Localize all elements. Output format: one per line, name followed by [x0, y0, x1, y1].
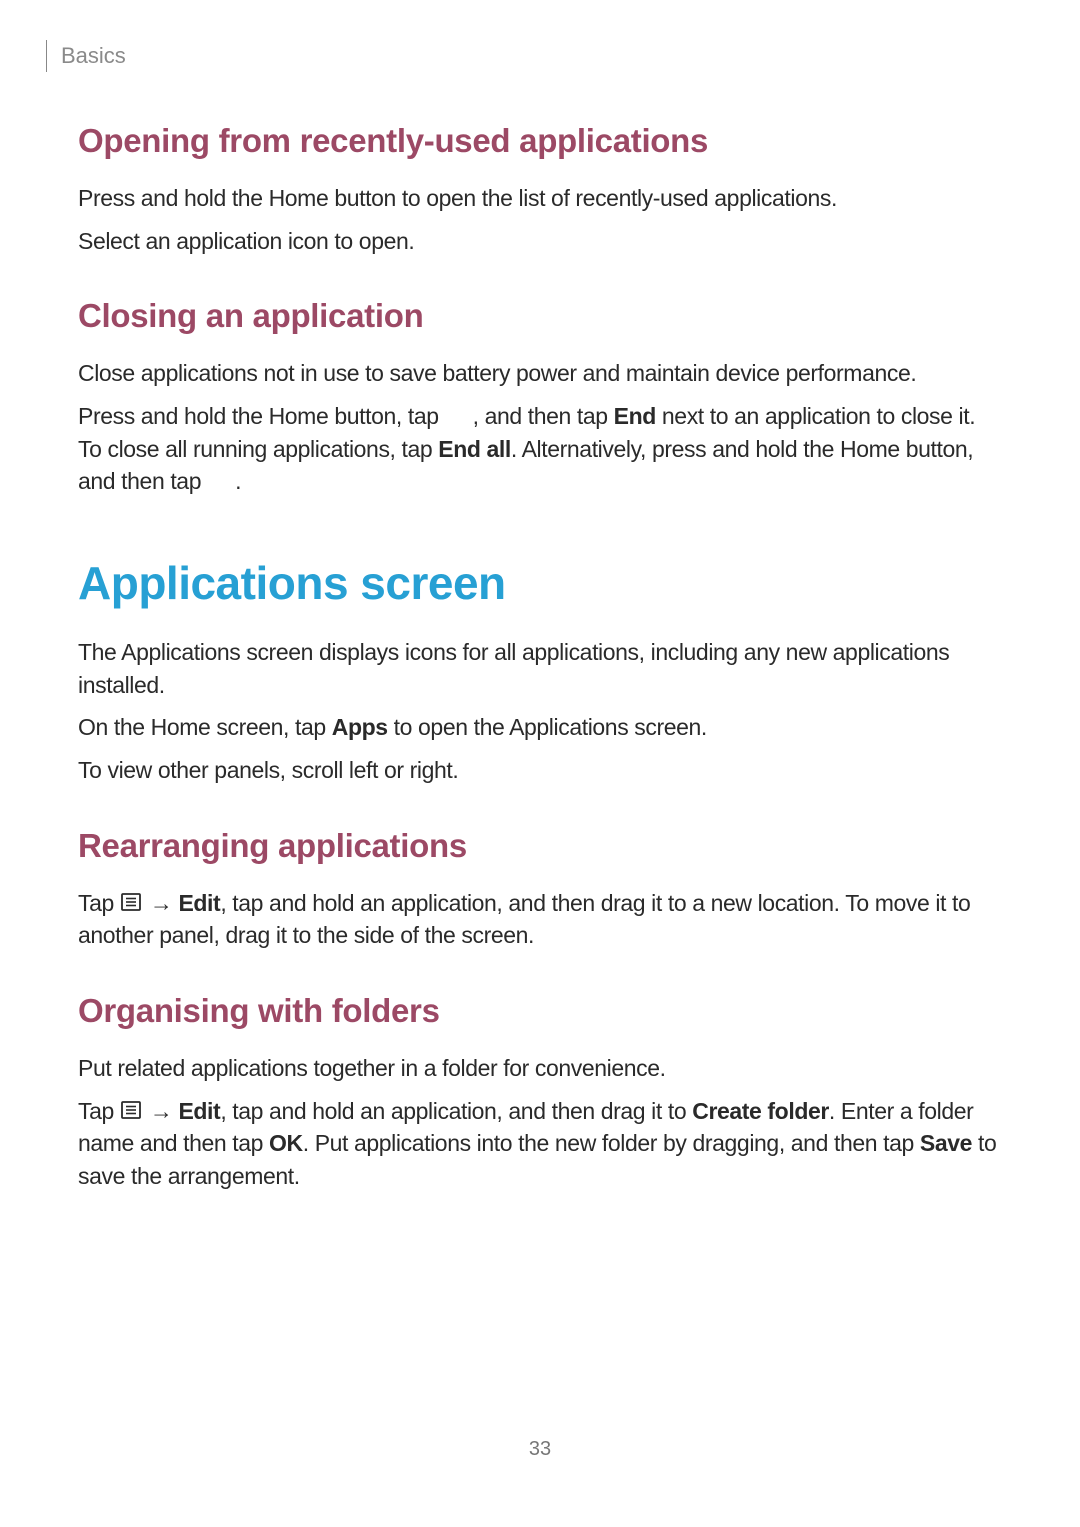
section-closing-app: Closing an application Close application…: [78, 297, 1002, 498]
section-organising-folders: Organising with folders Put related appl…: [78, 992, 1002, 1193]
body-text: Press and hold the Home button to open t…: [78, 182, 1002, 215]
close-all-icon: [209, 465, 227, 498]
page-number: 33: [0, 1438, 1080, 1461]
breadcrumb-divider: [46, 40, 47, 72]
breadcrumb-text: Basics: [61, 43, 126, 69]
menu-icon: [120, 887, 144, 920]
body-text: Close applications not in use to save ba…: [78, 357, 1002, 390]
body-text: On the Home screen, tap Apps to open the…: [78, 711, 1002, 744]
section-applications-screen: Applications screen The Applications scr…: [78, 556, 1002, 787]
body-text: Tap → Edit, tap and hold an application,…: [78, 1095, 1002, 1193]
body-text: Tap → Edit, tap and hold an application,…: [78, 887, 1002, 952]
section-rearranging: Rearranging applications Tap → Edit, tap…: [78, 827, 1002, 952]
heading-closing-app: Closing an application: [78, 297, 1002, 335]
heading-organising-folders: Organising with folders: [78, 992, 1002, 1030]
section-opening-recent: Opening from recently-used applications …: [78, 122, 1002, 257]
menu-icon: [120, 1095, 144, 1128]
heading-rearranging: Rearranging applications: [78, 827, 1002, 865]
body-text: To view other panels, scroll left or rig…: [78, 754, 1002, 787]
body-text: Put related applications together in a f…: [78, 1052, 1002, 1085]
body-text: The Applications screen displays icons f…: [78, 636, 1002, 701]
title-applications-screen: Applications screen: [78, 556, 1002, 610]
breadcrumb: Basics: [46, 40, 1002, 72]
task-manager-icon: [447, 400, 465, 433]
heading-opening-recent: Opening from recently-used applications: [78, 122, 1002, 160]
body-text: Select an application icon to open.: [78, 225, 1002, 258]
body-text: Press and hold the Home button, tap , an…: [78, 400, 1002, 498]
